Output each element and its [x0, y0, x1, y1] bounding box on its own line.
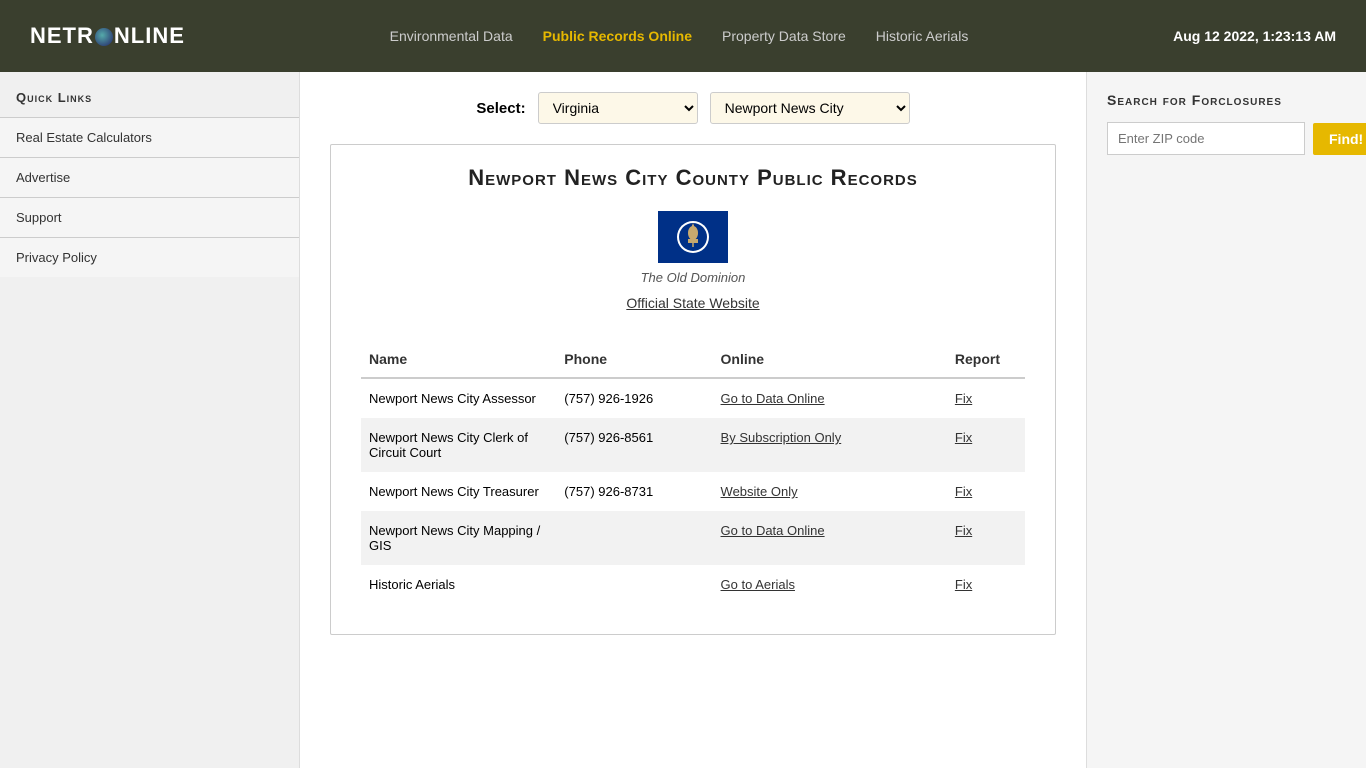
globe-icon — [95, 28, 113, 46]
virginia-flag — [658, 211, 728, 263]
header: NETRNLINE Environmental Data Public Reco… — [0, 0, 1366, 72]
table-row: Newport News City Clerk of Circuit Court… — [361, 418, 1025, 472]
zip-row: Find! — [1107, 122, 1346, 155]
logo: NETRNLINE — [30, 23, 185, 49]
table-header: Name Phone Online Report — [361, 341, 1025, 378]
report-link[interactable]: Fix — [955, 523, 972, 538]
sidebar-title: Quick Links — [0, 72, 299, 117]
cell-phone: (757) 926-8731 — [556, 472, 712, 511]
cell-phone — [556, 565, 712, 604]
nav-environmental-data[interactable]: Environmental Data — [390, 28, 513, 44]
main-content: Select: Virginia Newport News City Newpo… — [300, 72, 1086, 768]
cell-name: Newport News City Mapping / GIS — [361, 511, 556, 565]
select-label: Select: — [476, 100, 525, 117]
zip-input[interactable] — [1107, 122, 1305, 155]
page-heading: Newport News City County Public Records — [361, 165, 1025, 191]
table-row: Historic Aerials Go to Aerials Fix — [361, 565, 1025, 604]
records-table: Name Phone Online Report Newport News Ci… — [361, 341, 1025, 604]
cell-report: Fix — [947, 418, 1025, 472]
cell-phone: (757) 926-8561 — [556, 418, 712, 472]
cell-name: Newport News City Treasurer — [361, 472, 556, 511]
flag-caption: The Old Dominion — [361, 270, 1025, 285]
cell-report: Fix — [947, 378, 1025, 418]
report-link[interactable]: Fix — [955, 484, 972, 499]
datetime: Aug 12 2022, 1:23:13 AM — [1173, 28, 1336, 44]
col-header-phone: Phone — [556, 341, 712, 378]
cell-online: Go to Aerials — [713, 565, 947, 604]
cell-name: Historic Aerials — [361, 565, 556, 604]
cell-phone: (757) 926-1926 — [556, 378, 712, 418]
flag-area: The Old Dominion — [361, 211, 1025, 285]
sidebar-item-real-estate[interactable]: Real Estate Calculators — [0, 117, 299, 157]
right-panel: Search for Forclosures Find! — [1086, 72, 1366, 768]
sidebar: Quick Links Real Estate Calculators Adve… — [0, 72, 300, 768]
table-row: Newport News City Assessor(757) 926-1926… — [361, 378, 1025, 418]
county-select[interactable]: Newport News City — [710, 92, 910, 124]
col-header-online: Online — [713, 341, 947, 378]
sidebar-item-privacy[interactable]: Privacy Policy — [0, 237, 299, 277]
col-header-name: Name — [361, 341, 556, 378]
cell-name: Newport News City Assessor — [361, 378, 556, 418]
official-state-website-link[interactable]: Official State Website — [626, 295, 759, 311]
layout: Quick Links Real Estate Calculators Adve… — [0, 72, 1366, 768]
cell-online: By Subscription Only — [713, 418, 947, 472]
cell-report: Fix — [947, 565, 1025, 604]
official-link-area: Official State Website — [361, 295, 1025, 311]
online-link[interactable]: Go to Aerials — [721, 577, 795, 592]
col-header-report: Report — [947, 341, 1025, 378]
cell-online: Go to Data Online — [713, 378, 947, 418]
cell-report: Fix — [947, 472, 1025, 511]
find-button[interactable]: Find! — [1313, 123, 1366, 155]
foreclosure-title: Search for Forclosures — [1107, 92, 1346, 108]
online-link[interactable]: Website Only — [721, 484, 798, 499]
online-link[interactable]: By Subscription Only — [721, 430, 842, 445]
select-bar: Select: Virginia Newport News City — [330, 92, 1056, 124]
table-row: Newport News City Treasurer(757) 926-873… — [361, 472, 1025, 511]
cell-name: Newport News City Clerk of Circuit Court — [361, 418, 556, 472]
sidebar-item-support[interactable]: Support — [0, 197, 299, 237]
nav-historic-aerials[interactable]: Historic Aerials — [876, 28, 969, 44]
table-row: Newport News City Mapping / GIS Go to Dat… — [361, 511, 1025, 565]
report-link[interactable]: Fix — [955, 577, 972, 592]
online-link[interactable]: Go to Data Online — [721, 523, 825, 538]
cell-phone — [556, 511, 712, 565]
state-select[interactable]: Virginia — [538, 92, 698, 124]
nav: Environmental Data Public Records Online… — [390, 28, 969, 44]
table-body: Newport News City Assessor(757) 926-1926… — [361, 378, 1025, 604]
cell-online: Website Only — [713, 472, 947, 511]
cell-online: Go to Data Online — [713, 511, 947, 565]
report-link[interactable]: Fix — [955, 430, 972, 445]
cell-report: Fix — [947, 511, 1025, 565]
sidebar-item-advertise[interactable]: Advertise — [0, 157, 299, 197]
nav-property-data[interactable]: Property Data Store — [722, 28, 846, 44]
content-box: Newport News City County Public Records — [330, 144, 1056, 635]
online-link[interactable]: Go to Data Online — [721, 391, 825, 406]
report-link[interactable]: Fix — [955, 391, 972, 406]
nav-public-records[interactable]: Public Records Online — [543, 28, 692, 44]
